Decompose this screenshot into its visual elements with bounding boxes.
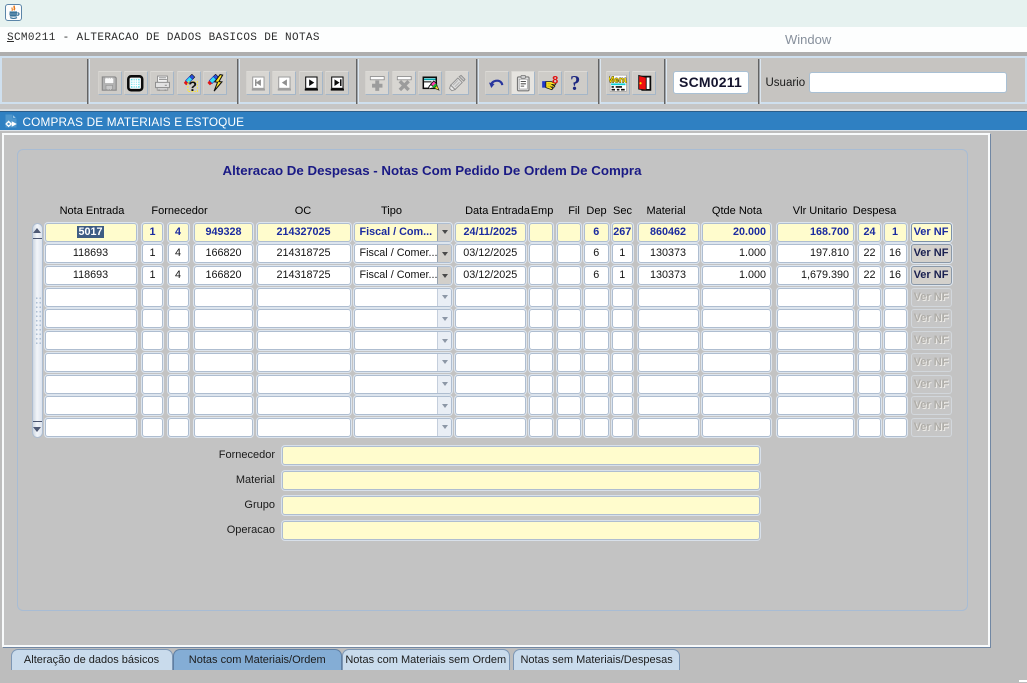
svg-text:8: 8 bbox=[552, 74, 558, 86]
svg-text:?: ? bbox=[188, 78, 196, 93]
svg-text:Menu: Menu bbox=[609, 74, 628, 84]
svg-text:?: ? bbox=[570, 74, 580, 93]
